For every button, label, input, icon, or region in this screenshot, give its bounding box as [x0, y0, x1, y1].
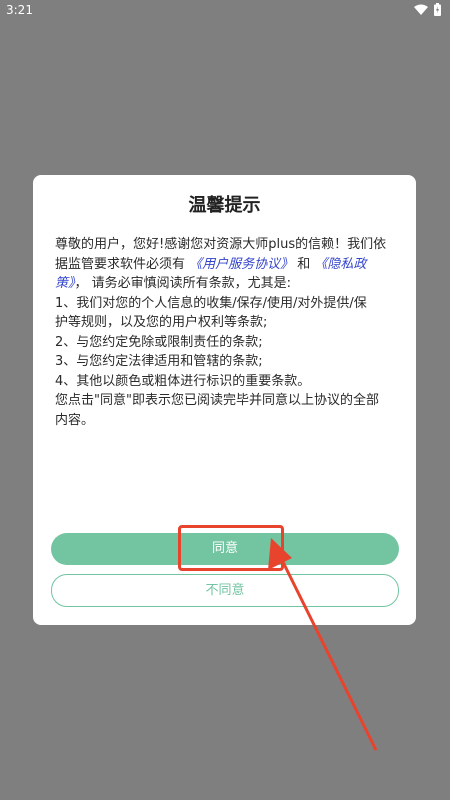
status-bar: 3:21	[0, 0, 450, 20]
disagree-button[interactable]: 不同意	[51, 574, 399, 607]
body-text: ， 请务必审慎阅读所有条款，尤其是:	[74, 276, 292, 291]
body-line: 据监管要求软件必须有 《用户服务协议》 和 《隐私政	[55, 255, 395, 275]
dialog-title: 温馨提示	[188, 195, 261, 216]
body-line: 尊敬的用户，您好!感谢您对资源大师plus的信赖！我们依	[55, 237, 387, 252]
status-time: 3:21	[6, 3, 33, 17]
battery-icon	[434, 3, 441, 16]
body-line: 3、与您约定法律适用和管辖的条款;	[55, 354, 263, 369]
body-line: 护等规则，以及您的用户权利等条款;	[55, 315, 268, 330]
body-line: 4、其他以颜色或粗体进行标识的重要条款。	[55, 373, 311, 389]
body-line: 2、与您约定免除或限制责任的条款;	[55, 334, 263, 350]
body-text: 和	[293, 256, 315, 272]
dialog-body: 尊敬的用户，您好!感谢您对资源大师plus的信赖！我们依 据监管要求软件必须有 …	[55, 235, 395, 430]
annotation-highlight-box	[178, 525, 284, 571]
wifi-icon	[414, 4, 428, 15]
body-line: 1、我们对您的个人信息的收集/保存/使用/对外提供/保	[55, 295, 367, 311]
privacy-policy-link[interactable]: 《隐私政	[314, 257, 366, 272]
body-line: 您点击"同意"即表示您已阅读完毕并同意以上协议的全部	[55, 393, 379, 408]
privacy-policy-link-cont[interactable]: 策》	[55, 276, 75, 291]
body-line: 策》， 请务必审慎阅读所有条款，尤其是:	[55, 274, 395, 294]
user-agreement-link[interactable]: 《用户服务协议》	[189, 257, 293, 272]
body-text: 据监管要求软件必须有	[55, 256, 190, 272]
body-line: 内容。	[55, 412, 95, 428]
